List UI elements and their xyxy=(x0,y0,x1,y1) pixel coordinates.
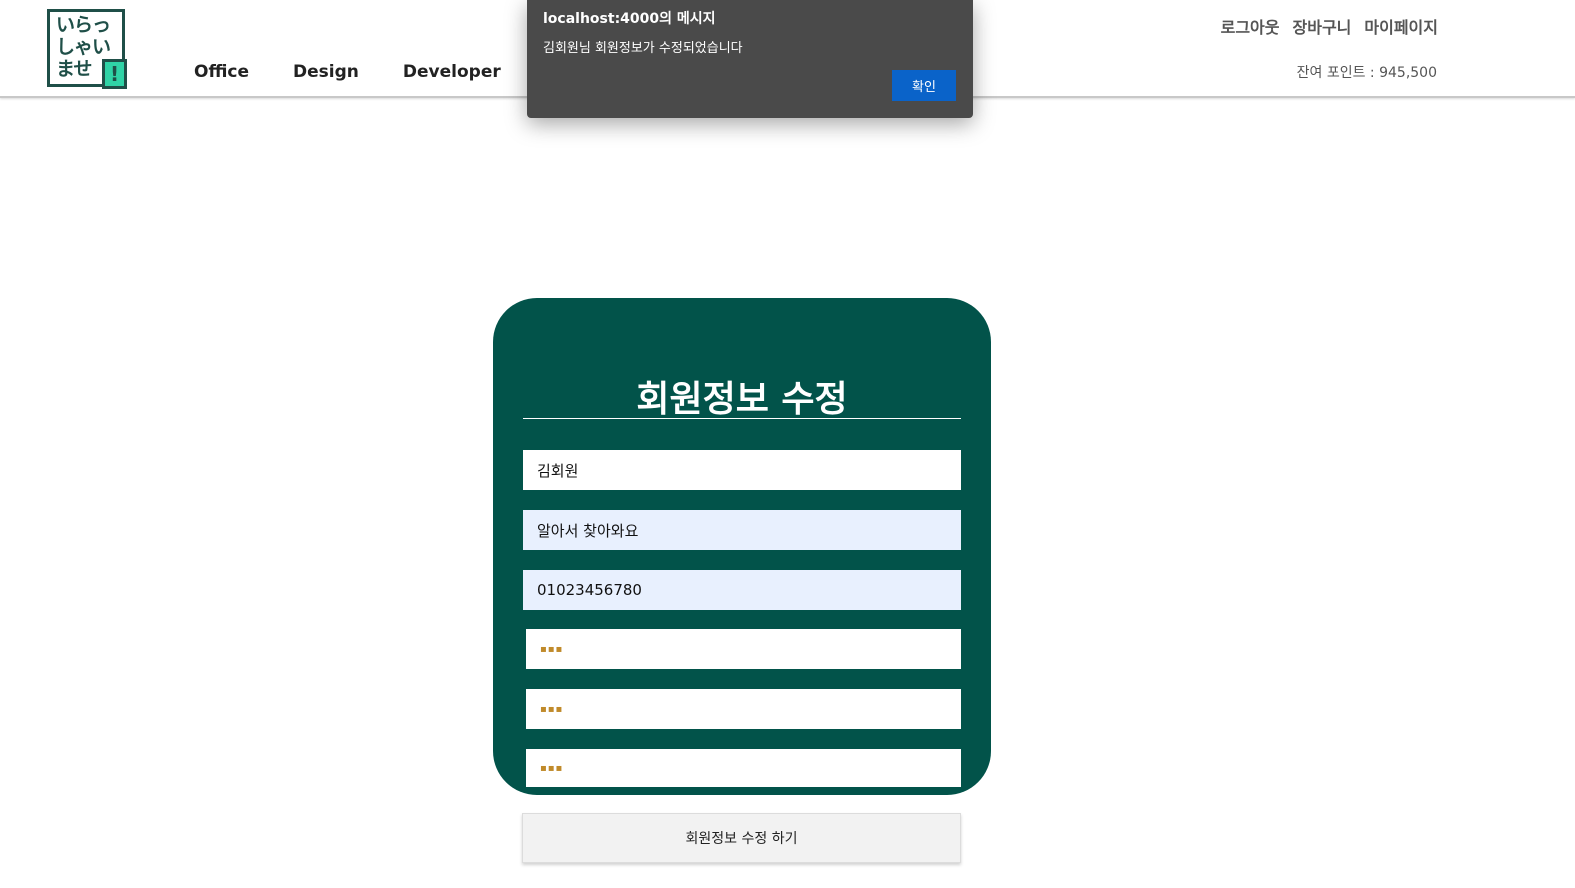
new-password-field[interactable]: ▪▪▪ xyxy=(526,689,961,729)
mypage-link[interactable]: 마이페이지 xyxy=(1364,14,1438,38)
key-icon: ▪▪▪ xyxy=(540,643,564,655)
phone-field[interactable]: 01023456780 xyxy=(523,570,961,610)
cart-link[interactable]: 장바구니 xyxy=(1293,14,1352,38)
name-field-value: 김회원 xyxy=(537,461,579,480)
address-field[interactable]: 알아서 찾아와요 xyxy=(523,510,961,550)
current-password-field[interactable]: ▪▪▪ xyxy=(526,629,961,669)
name-field[interactable]: 김회원 xyxy=(523,450,961,490)
key-icon: ▪▪▪ xyxy=(540,762,564,774)
nav-item-developer[interactable]: Developer xyxy=(403,62,501,82)
logout-link[interactable]: 로그아웃 xyxy=(1221,14,1280,38)
site-logo[interactable]: いらっ しゃい ませ ! xyxy=(47,9,127,89)
nav-item-office[interactable]: Office xyxy=(194,62,249,82)
key-icon: ▪▪▪ xyxy=(540,703,564,715)
member-edit-card: 회원정보 수정 김회원 알아서 찾아와요 01023456780 ▪▪▪ ▪▪▪… xyxy=(493,298,991,795)
confirm-password-field[interactable]: ▪▪▪ xyxy=(526,749,961,787)
remaining-points: 잔여 포인트 : 945,500 xyxy=(1296,65,1437,81)
alert-dialog: localhost:4000의 메시지 김회원님 회원정보가 수정되었습니다 확… xyxy=(527,0,973,118)
title-divider xyxy=(523,418,961,419)
logo-exclamation-mark: ! xyxy=(102,59,127,89)
address-field-value: 알아서 찾아와요 xyxy=(537,521,639,540)
nav-item-design[interactable]: Design xyxy=(293,62,359,82)
dialog-ok-button[interactable]: 확인 xyxy=(892,70,956,101)
util-nav: 로그아웃 장바구니 마이페이지 xyxy=(1221,14,1438,38)
dialog-title: localhost:4000의 메시지 xyxy=(543,11,716,27)
dialog-message: 김회원님 회원정보가 수정되었습니다 xyxy=(543,41,743,56)
page-title: 회원정보 수정 xyxy=(636,379,848,420)
submit-button[interactable]: 회원정보 수정 하기 xyxy=(522,813,961,863)
phone-field-value: 01023456780 xyxy=(537,581,642,599)
